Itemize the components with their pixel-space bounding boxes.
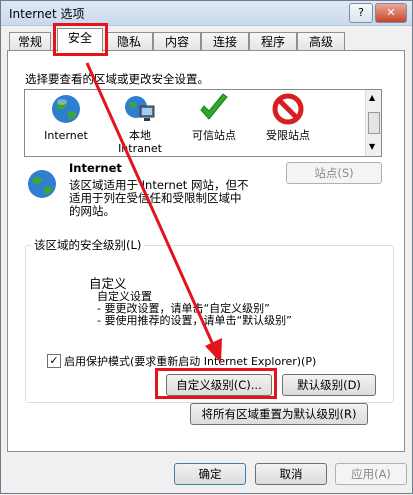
annotation-arrow-icon [85,62,222,363]
tab-security[interactable]: 安全 [57,28,103,52]
internet-options-window: Internet 选项 ? ✕ 常规 安全 隐私 内容 连接 程序 高级 选择要… [0,0,413,494]
